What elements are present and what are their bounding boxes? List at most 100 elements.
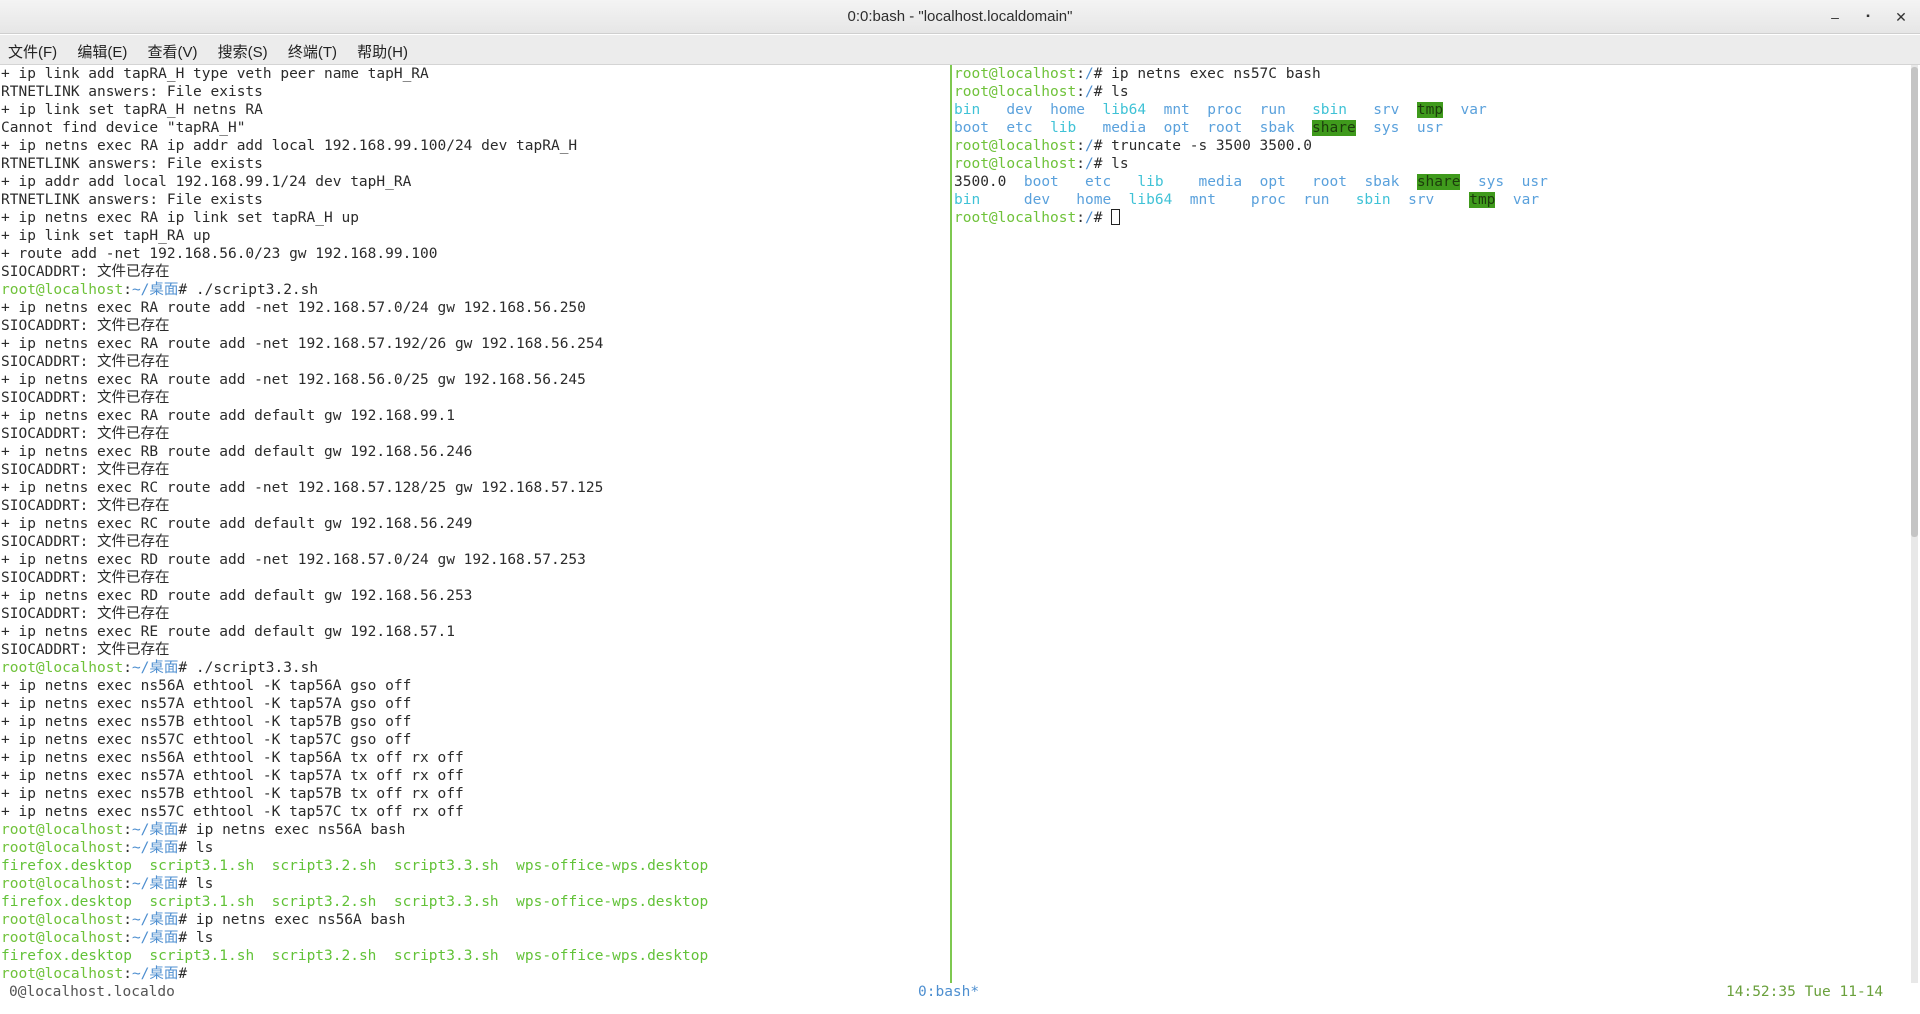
prompt-symbol: # [178,876,196,892]
command-text: truncate -s 3500 3500.0 [1111,138,1312,154]
output-line: + ip netns exec RA route add -net 192.16… [1,300,586,316]
prompt-separator: : [123,930,132,946]
clock: 14:52:35 Tue 11-14 [1726,984,1884,1000]
maximize-button[interactable]: ▪ [1857,6,1879,28]
file-entry: sbin [1355,192,1391,208]
pane-divider[interactable] [950,65,952,983]
prompt-path: ~/桌面 [131,660,179,676]
prompt-user: root@localhost [1,282,124,298]
ls-output-line: firefox.desktop script3.1.sh script3.2.s… [1,893,947,911]
output-line: SIOCADDRT: 文件已存在 [1,498,170,514]
menu-terminal[interactable]: 终端(T) [280,35,345,62]
prompt-path: / [1084,210,1094,226]
output-line: + ip addr add local 192.168.99.1/24 dev … [1,174,412,190]
file-entry: 3500.0 [954,174,1007,190]
command-text: ls [195,930,214,946]
output-line: + ip netns exec RE route add default gw … [1,624,455,640]
file-entry: home [1050,102,1085,118]
output-line: + ip netns exec ns57A ethtool -K tap57A … [1,696,412,712]
file-entry: wps-office-wps.desktop [516,858,709,874]
prompt-path: ~/桌面 [131,912,179,928]
prompt-line: root@localhost:~/桌面# ./script3.2.sh [1,281,947,299]
prompt-separator: : [1076,84,1085,100]
prompt-separator: : [123,840,132,856]
window-list[interactable]: 0:bash* [918,984,979,1000]
prompt-path: / [1084,156,1094,172]
close-button[interactable]: ✕ [1890,6,1912,28]
scrollbar-thumb[interactable] [1911,67,1918,537]
prompt-path: ~/桌面 [131,840,179,856]
menu-edit[interactable]: 编辑(E) [69,35,135,62]
prompt-symbol: # [178,966,196,982]
prompt-line: root@localhost:/# [954,209,1904,227]
menu-view[interactable]: 查看(V) [140,35,206,62]
tmux-status-bar: 0@localhost.localdo 0:bash* 14:52:35 Tue… [0,983,1920,1014]
prompt-path: / [1084,84,1094,100]
file-entry: share [1312,120,1356,136]
terminal-pane-left[interactable]: + ip link add tapRA_H type veth peer nam… [1,65,947,983]
ls-output-line: boot etc lib media opt root sbak share s… [954,119,1904,137]
file-entry: firefox.desktop [1,858,132,874]
file-entry: firefox.desktop [1,894,132,910]
command-text: ip netns exec ns57C bash [1111,66,1321,82]
menu-help[interactable]: 帮助(H) [349,35,416,62]
file-entry: lib64 [1102,102,1147,118]
file-entry: boot [954,120,989,136]
output-line: SIOCADDRT: 文件已存在 [1,462,170,478]
prompt-path: ~/桌面 [131,876,179,892]
file-entry: share [1416,174,1461,190]
prompt-symbol: # [1093,210,1112,226]
prompt-symbol: # [1093,84,1112,100]
file-entry: sbak [1364,174,1400,190]
prompt-separator: : [123,660,132,676]
menu-file[interactable]: 文件(F) [0,35,65,62]
file-entry: proc [1250,192,1286,208]
file-entry: wps-office-wps.desktop [516,894,709,910]
session-name: 0@localhost.localdo [9,984,175,1000]
ls-output-line: firefox.desktop script3.1.sh script3.2.s… [1,857,947,875]
prompt-line: root@localhost:~/桌面# ./script3.3.sh [1,659,947,677]
prompt-symbol: # [178,660,196,676]
output-line: + ip netns exec RC route add -net 192.16… [1,480,604,496]
file-entry: script3.3.sh [393,858,499,874]
file-entry: script3.1.sh [149,858,255,874]
output-line: SIOCADDRT: 文件已存在 [1,426,170,442]
output-line: RTNETLINK answers: File exists [1,84,263,100]
prompt-user: root@localhost [954,156,1077,172]
file-entry: script3.2.sh [271,858,377,874]
scrollbar[interactable] [1911,65,1918,983]
file-entry: wps-office-wps.desktop [516,948,709,964]
output-line: + ip netns exec RD route add -net 192.16… [1,552,586,568]
output-line: + ip netns exec ns57C ethtool -K tap57C … [1,732,412,748]
output-line: + ip netns exec ns57B ethtool -K tap57B … [1,714,412,730]
output-line: + ip link add tapRA_H type veth peer nam… [1,66,429,82]
output-line: + ip link set tapH_RA up [1,228,211,244]
file-entry: root [1312,174,1347,190]
file-entry: media [1198,174,1243,190]
prompt-line: root@localhost:~/桌面# ls [1,839,947,857]
prompt-user: root@localhost [954,84,1077,100]
file-entry: lib [1050,120,1077,136]
prompt-line: root@localhost:~/桌面# ls [1,929,947,947]
title-bar: 0:0:bash - "localhost.localdomain" – ▪ ✕ [0,0,1920,34]
file-entry: tmp [1416,102,1444,118]
file-entry: etc [1084,174,1112,190]
file-entry: home [1076,192,1112,208]
command-text: ./script3.3.sh [195,660,319,676]
prompt-path: ~/桌面 [131,966,179,982]
prompt-user: root@localhost [1,930,124,946]
output-line: + ip netns exec RD route add default gw … [1,588,473,604]
output-line: + ip netns exec ns56A ethtool -K tap56A … [1,750,464,766]
prompt-symbol: # [1093,66,1112,82]
text-cursor [1111,209,1121,225]
file-entry: srv [1373,102,1400,118]
menu-bar: 文件(F) 编辑(E) 查看(V) 搜索(S) 终端(T) 帮助(H) [0,35,1920,65]
output-line: SIOCADDRT: 文件已存在 [1,606,170,622]
file-entry: lib [1137,174,1164,190]
minimize-button[interactable]: – [1824,6,1846,28]
output-line: + ip netns exec ns57A ethtool -K tap57A … [1,768,464,784]
prompt-user: root@localhost [954,66,1077,82]
terminal-pane-right[interactable]: root@localhost:/# ip netns exec ns57C ba… [954,65,1904,983]
menu-search[interactable]: 搜索(S) [210,35,276,62]
file-entry: media [1102,120,1147,136]
